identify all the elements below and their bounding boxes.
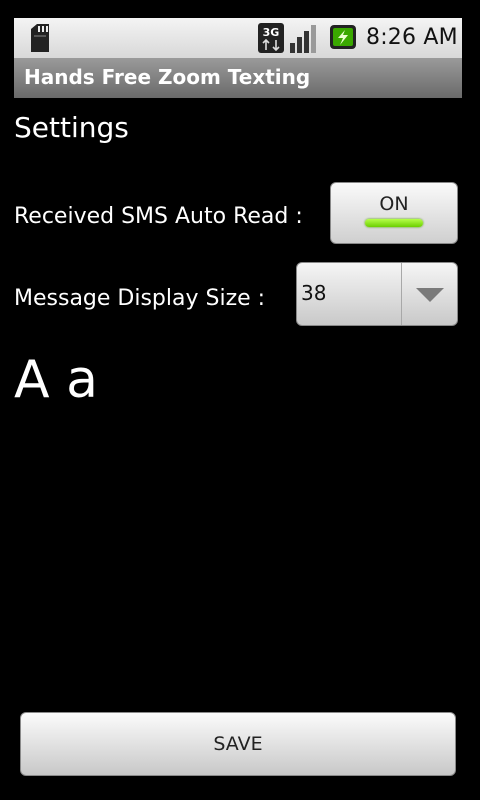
status-time: 8:26 AM (366, 25, 458, 50)
display-size-value: 38 (301, 281, 327, 305)
toggle-on-indicator (365, 219, 423, 227)
app-screen: 3G 8:26 AM Hands Free Zoom Texting Setti… (14, 18, 462, 790)
signal-strength-icon (290, 25, 316, 53)
display-size-dropdown[interactable]: 38 (296, 262, 458, 326)
font-size-preview: A a (14, 350, 98, 410)
sd-card-icon (31, 24, 49, 52)
toggle-state-label: ON (379, 193, 409, 215)
app-title: Hands Free Zoom Texting (24, 65, 311, 89)
page-title: Settings (14, 111, 129, 144)
svg-text:3G: 3G (263, 26, 280, 39)
network-3g-icon: 3G (258, 23, 284, 53)
dropdown-arrow-icon (416, 288, 444, 302)
dropdown-divider (401, 263, 402, 325)
auto-read-label: Received SMS Auto Read : (14, 204, 303, 229)
save-button-label: SAVE (213, 733, 263, 755)
display-size-label: Message Display Size : (14, 286, 266, 311)
auto-read-toggle[interactable]: ON (330, 182, 458, 244)
title-bar: Hands Free Zoom Texting (14, 58, 462, 98)
battery-charging-icon (330, 25, 356, 49)
status-bar: 3G 8:26 AM (14, 18, 462, 58)
save-button[interactable]: SAVE (20, 712, 456, 776)
device-frame: 3G 8:26 AM Hands Free Zoom Texting Setti… (0, 0, 480, 800)
